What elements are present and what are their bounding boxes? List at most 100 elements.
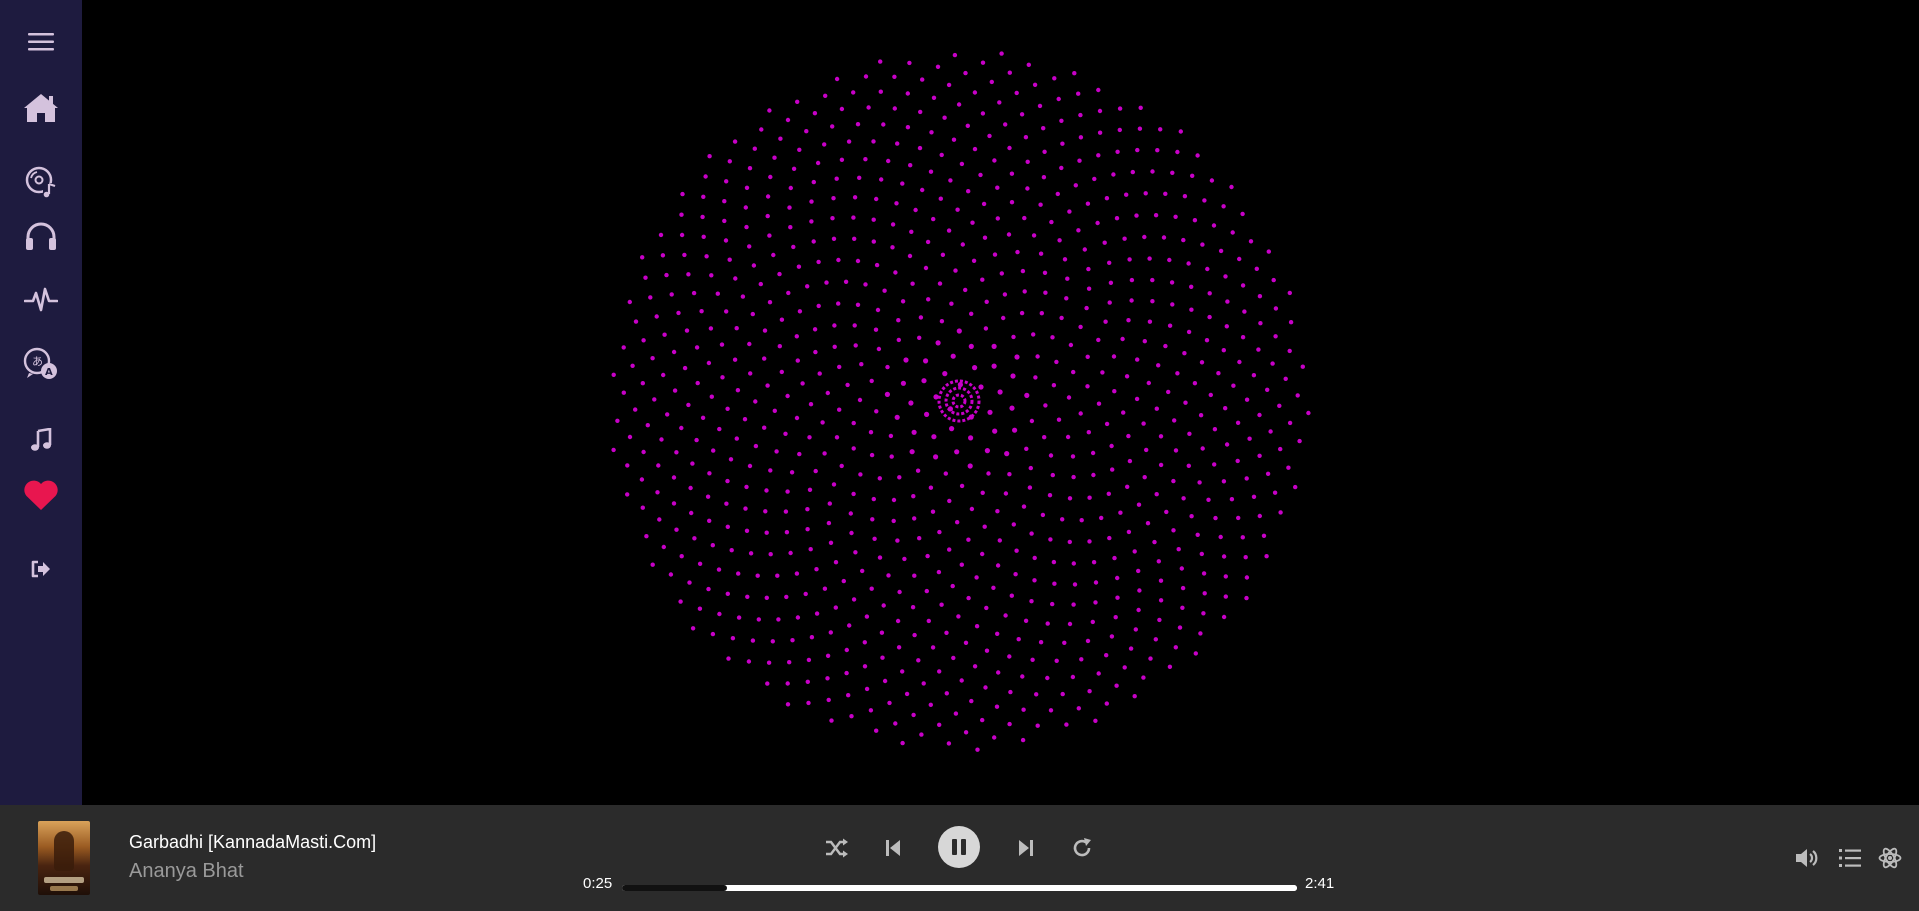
next-button[interactable] [1013, 835, 1039, 861]
visualizer-dot [724, 179, 729, 184]
visualizer-dot [833, 605, 838, 610]
visualizer-dot [1033, 375, 1038, 380]
visualizer-dot [956, 328, 962, 334]
visualizer-dot [759, 127, 764, 132]
visualizer-dot [1135, 357, 1140, 362]
visualizer-dot [1147, 319, 1153, 324]
visualizer-dot [809, 219, 814, 224]
visualizer-dot [909, 449, 915, 455]
visualizer-dot [1287, 348, 1292, 354]
sidebar-item-favorites[interactable] [0, 471, 82, 519]
visualizer-dot [656, 463, 661, 468]
previous-icon [886, 840, 900, 856]
shuffle-button[interactable] [824, 835, 850, 861]
visualizer-dot [674, 527, 679, 532]
visualizer-dot [966, 189, 971, 194]
visualizer-dot [704, 254, 709, 259]
visualizer-dot [1277, 403, 1282, 408]
visualizer-dot [1257, 294, 1263, 299]
visualizer-dot [1104, 421, 1110, 427]
menu-button[interactable] [0, 18, 82, 66]
visualizer-dot [765, 194, 771, 199]
album-cover[interactable] [38, 821, 90, 895]
visualizer-dot [1181, 237, 1186, 243]
visualizer-dot [1117, 106, 1123, 111]
visualizer-dot [627, 434, 633, 440]
visualizer-dot [891, 518, 896, 524]
visualizer-dot [1070, 454, 1076, 459]
visualizer-dot [873, 327, 879, 332]
visualizer-dot [777, 271, 782, 277]
visualizer-dot [844, 647, 849, 653]
volume-button[interactable] [1794, 845, 1822, 871]
visualizer-dot [679, 212, 684, 217]
visualizer-dot [1212, 462, 1217, 467]
visualizer-dot [935, 340, 941, 346]
visualizer-dot [874, 196, 879, 202]
visualizer-dot [965, 123, 970, 128]
visualizer-dot [1223, 594, 1229, 599]
pause-button[interactable] [938, 826, 980, 868]
visualizer-dot [1132, 694, 1137, 699]
sidebar-item-logout[interactable] [0, 545, 82, 593]
visualizer-dot [1163, 191, 1168, 196]
visualizer-dot [1205, 266, 1210, 272]
visualizer-dot [639, 477, 645, 482]
progress-fill [622, 885, 727, 891]
visualizer-dot [1054, 359, 1059, 365]
visualizer-dot [779, 369, 784, 375]
visualizer-dot [1150, 299, 1155, 304]
visualizer-dot [1065, 276, 1070, 281]
music-note-icon [31, 428, 52, 451]
visualizer-dot [974, 624, 980, 629]
visualizer-dot [880, 655, 885, 660]
visualizer-dot [1079, 657, 1084, 662]
progress-bar[interactable] [622, 885, 1297, 891]
visualizer-dot [877, 555, 883, 560]
previous-button[interactable] [880, 835, 906, 861]
visualizer-dot [1067, 496, 1073, 501]
sidebar-item-activity[interactable] [0, 276, 82, 324]
visualizer-dot [1009, 171, 1015, 176]
visualizer-dot [950, 353, 956, 359]
visualizer-dot [682, 252, 687, 258]
visualizer-dot [783, 509, 789, 514]
visualizer-dot [1167, 323, 1173, 328]
visualizer-dot [1096, 671, 1101, 676]
repeat-button[interactable] [1069, 835, 1095, 861]
visualizer-dot [1265, 471, 1271, 476]
visualizer-dot [1127, 257, 1132, 262]
visualizer-dot [1060, 517, 1065, 522]
visualizer-dot [1025, 186, 1030, 191]
visualizer-dot [1022, 215, 1027, 221]
sidebar-item-languages[interactable]: あ A [0, 340, 82, 388]
visualizer-dot [1121, 410, 1126, 415]
visualizer-dot [1096, 153, 1101, 158]
visualizer-dot [900, 299, 906, 304]
sidebar-item-listen[interactable] [0, 212, 82, 260]
visualizer-toggle-button[interactable] [1877, 845, 1903, 871]
visualizer-dot [1024, 392, 1030, 398]
sidebar-item-home[interactable] [0, 84, 82, 132]
queue-button[interactable] [1837, 845, 1863, 871]
sidebar-item-songs[interactable] [0, 416, 82, 464]
sidebar-item-albums[interactable] [0, 158, 82, 206]
visualizer-dot [1192, 381, 1198, 386]
visualizer-dot [849, 714, 854, 719]
visualizer-dot [795, 99, 800, 105]
visualizer-dot [917, 335, 922, 340]
visualizer-dot [699, 309, 704, 314]
visualizer-dot [896, 318, 901, 323]
visualizer-dot [1039, 311, 1044, 316]
visualizer-dot [1014, 548, 1019, 553]
visualizer-dot [768, 174, 773, 180]
visualizer-dot [717, 426, 722, 432]
visualizer-dot [1128, 646, 1134, 651]
visualizer-dot [668, 572, 674, 577]
visualizer-dot [851, 420, 856, 426]
visualizer-dot [823, 93, 828, 99]
visualizer-dot [811, 239, 816, 244]
visualizer-dot [907, 60, 912, 66]
visualizer-dot [827, 501, 832, 506]
visualizer-dot [991, 363, 997, 369]
